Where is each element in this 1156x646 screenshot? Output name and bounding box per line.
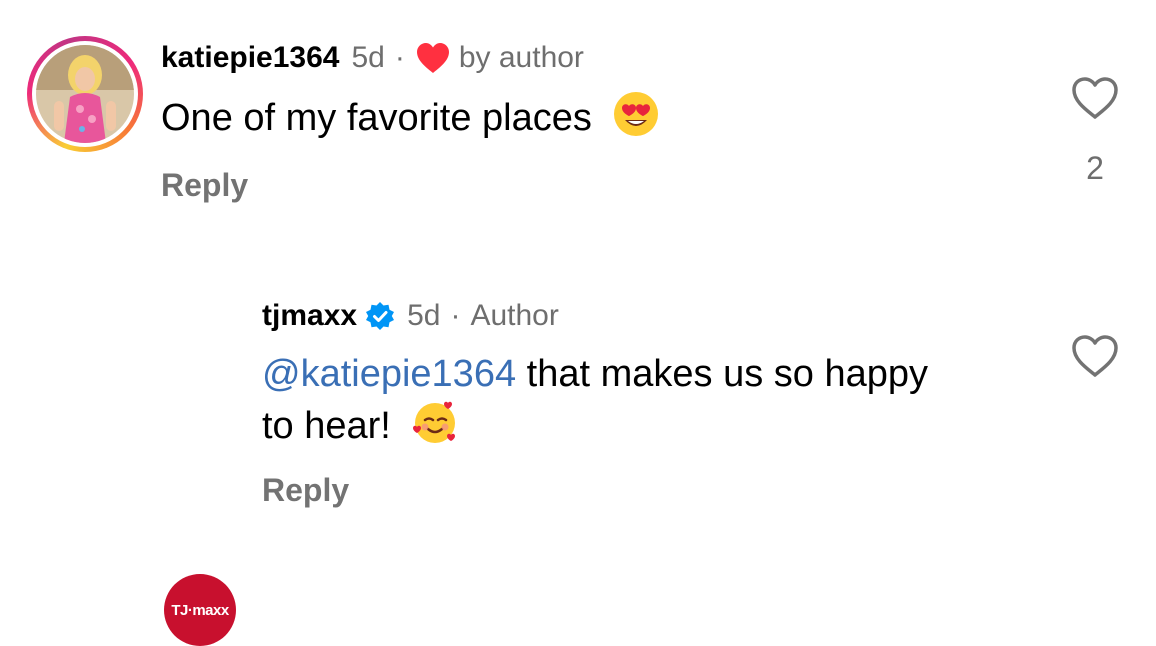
verified-badge-icon [365,301,395,331]
avatar-photo [36,45,134,143]
heart-filled-icon [415,42,451,74]
reply-comment-item: TJ·maxx [0,280,1156,646]
timestamp: 5d [351,41,385,74]
comment-header: tjmaxx 5d · Author [262,296,559,336]
reply-button[interactable]: Reply [262,472,349,509]
avatar-ring-gap [32,41,138,147]
heart-eyes-emoji [612,90,660,138]
comment-text: One of my favorite places [161,90,660,142]
comment-header: katiepie1364 5d · by author [161,38,584,78]
username[interactable]: tjmaxx [262,299,357,333]
avatar[interactable]: TJ·maxx [164,574,236,646]
brand-logo: TJ·maxx [171,601,229,619]
separator-dot: · [450,299,461,332]
username[interactable]: katiepie1364 [161,41,339,75]
comment-text-content: One of my favorite places [161,97,592,139]
heart-outline-icon[interactable] [1071,76,1119,120]
author-label: Author [470,299,559,332]
comment-item: katiepie1364 5d · by author One of my fa… [0,0,1156,240]
heart-outline-icon[interactable] [1071,334,1119,378]
separator-dot: · [394,41,405,74]
reply-button[interactable]: Reply [161,167,248,204]
like-count: 2 [1086,150,1104,186]
avatar[interactable] [27,36,143,152]
timestamp: 5d [407,299,441,332]
author-like-label: by author [458,41,584,74]
